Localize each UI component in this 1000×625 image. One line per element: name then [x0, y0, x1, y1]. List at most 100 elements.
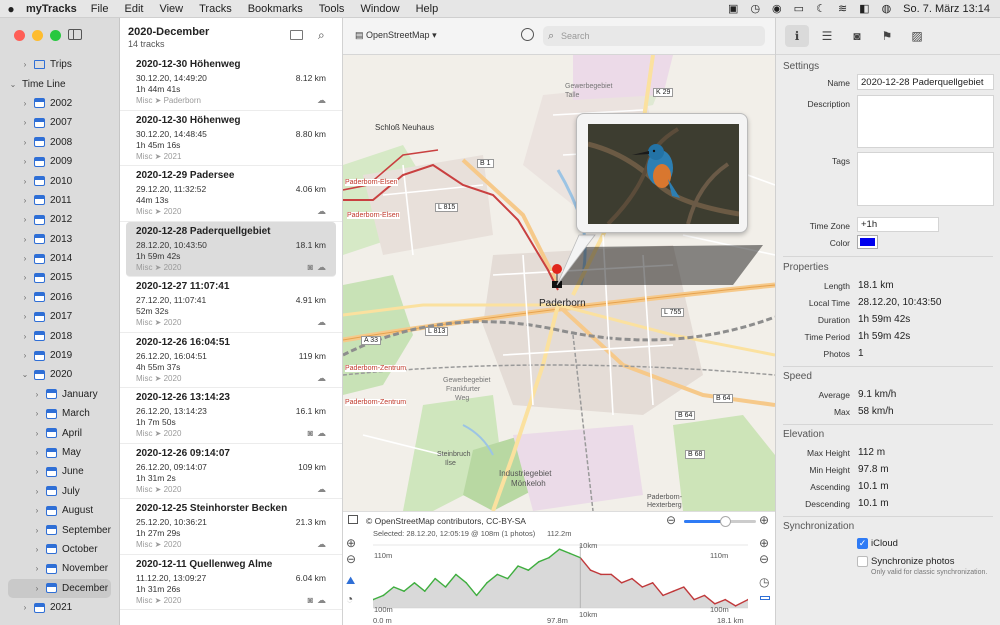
sidebar-item-2013[interactable]: › 2013 — [0, 230, 119, 249]
info-tab-icon[interactable]: ℹ — [785, 25, 809, 47]
chevron-right-icon[interactable]: › — [20, 312, 30, 321]
chevron-right-icon[interactable]: › — [20, 157, 30, 166]
chevron-right-icon[interactable]: › — [20, 603, 30, 612]
track-color-well[interactable] — [857, 235, 878, 249]
chart-zoom-in-icon[interactable]: ⊕ — [346, 536, 356, 550]
sidebar-item-november[interactable]: › November — [0, 559, 119, 578]
track-row[interactable]: 2020-12-26 09:14:07 26.12.20, 09:14:07 1h … — [120, 444, 342, 499]
control-center-icon[interactable]: ◧ — [859, 2, 869, 15]
tags-field[interactable] — [857, 152, 994, 206]
sidebar-item-october[interactable]: › October — [0, 540, 119, 559]
chevron-down-icon[interactable]: ⌄ — [20, 370, 30, 379]
kingfisher-photo[interactable] — [588, 124, 739, 224]
sidebar-item-august[interactable]: › August — [0, 501, 119, 520]
name-field[interactable]: 2020-12-28 Paderquellgebiet — [857, 74, 994, 90]
zoom-out-icon[interactable]: ⊖ — [666, 513, 676, 527]
sidebar-item-july[interactable]: › July — [0, 482, 119, 501]
sidebar-item-2009[interactable]: › 2009 — [0, 152, 119, 171]
battery-icon[interactable]: ▭ — [794, 2, 804, 15]
sidebar-item-2007[interactable]: › 2007 — [0, 113, 119, 132]
sidebar-item-2010[interactable]: › 2010 — [0, 171, 119, 190]
chart-right-zoom-in-icon[interactable]: ⊕ — [759, 536, 769, 550]
chevron-right-icon[interactable]: › — [32, 390, 42, 399]
sidebar-item-2016[interactable]: › 2016 — [0, 288, 119, 307]
sidebar-item-2017[interactable]: › 2017 — [0, 307, 119, 326]
sync-photos-checkbox[interactable] — [857, 556, 868, 567]
photo-callout[interactable] — [576, 113, 748, 233]
sidebar-item-2021[interactable]: › 2021 — [0, 598, 119, 617]
menu-bookmarks[interactable]: Bookmarks — [240, 3, 311, 15]
close-window-button[interactable] — [14, 30, 25, 41]
sidebar-item-january[interactable]: › January — [0, 385, 119, 404]
app-menu[interactable]: myTracks — [22, 3, 83, 15]
chevron-right-icon[interactable]: › — [32, 584, 42, 593]
menu-window[interactable]: Window — [352, 3, 407, 15]
track-row[interactable]: 2020-12-25 Steinhorster Becken 25.12.20, … — [120, 499, 342, 555]
elevation-mode-icon[interactable]: ⛰ — [346, 575, 355, 588]
timezone-field[interactable]: +1h — [857, 217, 939, 232]
chevron-right-icon[interactable]: › — [32, 448, 42, 457]
chart-option-icon[interactable] — [760, 596, 770, 600]
sidebar-item-2002[interactable]: › 2002 — [0, 94, 119, 113]
sidebar-item-2008[interactable]: › 2008 — [0, 133, 119, 152]
list-tab-icon[interactable]: ☰ — [815, 25, 839, 47]
flag-tab-icon[interactable]: ⚑ — [875, 25, 899, 47]
chevron-right-icon[interactable]: › — [20, 118, 30, 127]
track-row[interactable]: 2020-12-30 Höhenweg 30.12.20, 14:48:45 1h … — [120, 111, 342, 166]
sidebar-item-time-line[interactable]: ⌄ Time Line — [0, 74, 119, 93]
map-search-input[interactable]: Search — [543, 26, 765, 46]
chevron-right-icon[interactable]: › — [32, 467, 42, 476]
track-row[interactable]: 2020-12-26 13:14:23 26.12.20, 13:14:23 1h … — [120, 388, 342, 444]
sidebar-item-2019[interactable]: › 2019 — [0, 346, 119, 365]
moon-icon[interactable]: ☾ — [816, 2, 826, 15]
chevron-down-icon[interactable]: ⌄ — [8, 80, 18, 89]
menu-help[interactable]: Help — [408, 3, 447, 15]
chevron-right-icon[interactable]: › — [32, 409, 42, 418]
chevron-right-icon[interactable]: › — [32, 487, 42, 496]
chevron-right-icon[interactable]: › — [32, 526, 42, 535]
chevron-right-icon[interactable]: › — [20, 332, 30, 341]
track-row[interactable]: 2020-12-29 Padersee 29.12.20, 11:32:52 44m… — [120, 166, 342, 222]
speed-mode-icon[interactable]: ◔ — [346, 592, 353, 606]
track-row[interactable]: 2020-12-26 16:04:51 26.12.20, 16:04:51 4h … — [120, 333, 342, 388]
icloud-checkbox[interactable]: ✓ — [857, 538, 868, 549]
chevron-right-icon[interactable]: › — [20, 351, 30, 360]
wifi-icon[interactable]: ≋ — [838, 2, 847, 15]
menu-edit[interactable]: Edit — [117, 3, 152, 15]
chevron-right-icon[interactable]: › — [20, 99, 30, 108]
chevron-right-icon[interactable]: › — [32, 506, 42, 515]
siri-icon[interactable]: ◍ — [882, 2, 892, 15]
zoom-window-button[interactable] — [50, 30, 61, 41]
track-row[interactable]: 2020-12-30 Höhenweg 30.12.20, 14:49:20 1h … — [120, 55, 342, 111]
chevron-right-icon[interactable]: › — [20, 196, 30, 205]
chevron-right-icon[interactable]: › — [20, 177, 30, 186]
map-attribution[interactable]: © OpenStreetMap contributors, CC-BY-SA — [366, 516, 526, 526]
sidebar-item-2012[interactable]: › 2012 — [0, 210, 119, 229]
sidebar-item-2011[interactable]: › 2011 — [0, 191, 119, 210]
elevation-chart[interactable] — [373, 537, 748, 618]
chart-zoom-out-icon[interactable]: ⊖ — [346, 552, 356, 566]
chevron-right-icon[interactable]: › — [20, 235, 30, 244]
sidebar-item-2020[interactable]: ⌄ 2020 — [0, 365, 119, 384]
sidebar-item-april[interactable]: › April — [0, 423, 119, 442]
sidebar-item-december[interactable]: › December — [8, 578, 111, 598]
chevron-right-icon[interactable]: › — [20, 215, 30, 224]
camera-tab-icon[interactable]: ◙ — [845, 25, 869, 47]
apple-menu-icon[interactable]: ● — [0, 2, 22, 16]
chart-right-zoom-out-icon[interactable]: ⊖ — [759, 552, 769, 566]
menu-view[interactable]: View — [151, 3, 191, 15]
zoom-slider[interactable] — [684, 516, 756, 527]
zoom-slider-knob[interactable] — [720, 516, 731, 527]
map-provider-select[interactable]: ▤ OpenStreetMap ▾ — [355, 30, 437, 41]
sidebar-item-june[interactable]: › June — [0, 462, 119, 481]
chevron-right-icon[interactable]: › — [20, 138, 30, 147]
docker-icon[interactable]: ▣ — [728, 2, 738, 15]
chevron-right-icon[interactable]: › — [32, 564, 42, 573]
photos-tab-icon[interactable]: ▨ — [905, 25, 929, 47]
map-layer-icon[interactable] — [348, 515, 358, 524]
menu-tools[interactable]: Tools — [311, 3, 353, 15]
track-row[interactable]: 2020-12-27 11:07:41 27.12.20, 11:07:41 52m… — [120, 277, 342, 333]
chevron-right-icon[interactable]: › — [32, 429, 42, 438]
sidebar-item-may[interactable]: › May — [0, 443, 119, 462]
time-mode-icon[interactable]: ◷ — [759, 575, 769, 589]
